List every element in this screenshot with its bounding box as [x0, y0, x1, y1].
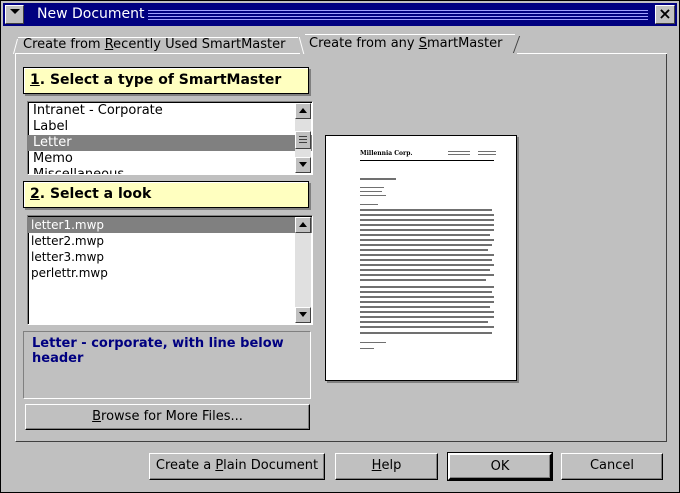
close-icon: ×: [658, 4, 672, 23]
preview-text-line: [360, 239, 494, 241]
list-item[interactable]: letter2.mwp: [28, 233, 312, 249]
scroll-down-button[interactable]: [295, 157, 311, 173]
create-plain-document-button[interactable]: Create a Plain Document: [149, 453, 325, 480]
help-button[interactable]: Help: [335, 453, 438, 480]
preview-text-line: [360, 269, 490, 271]
browse-button[interactable]: Browse for More Files...: [25, 404, 310, 430]
preview-text-line: [360, 326, 494, 328]
list-item[interactable]: perlettr.mwp: [28, 265, 312, 281]
preview-text-line: [360, 274, 494, 276]
look-description: Letter - corporate, with line below head…: [23, 331, 311, 399]
preview-text-line: [360, 316, 494, 318]
scroll-up-button[interactable]: [295, 217, 311, 233]
tab2-right-edge: [512, 36, 521, 53]
grip-line: [299, 136, 307, 137]
preview-text-line: [360, 332, 492, 334]
select-type-header: 1. Select a type of SmartMaster: [23, 67, 309, 94]
new-document-dialog: New Document × Create from Recently Used…: [0, 0, 680, 493]
preview-header-text: [478, 151, 496, 152]
preview-header-text: [448, 151, 470, 152]
title-bar: New Document ×: [3, 3, 677, 26]
document-preview: Millennia Corp.: [325, 135, 517, 381]
type-list-scrollbar[interactable]: [295, 103, 311, 173]
preview-text-line: [360, 286, 494, 288]
preview-text-line: [360, 234, 490, 236]
scroll-down-button[interactable]: [295, 307, 311, 323]
list-item[interactable]: Memo: [28, 151, 312, 167]
preview-text-line: [360, 204, 378, 205]
preview-company-name: Millennia Corp.: [360, 150, 413, 157]
preview-text-line: [360, 249, 488, 251]
preview-text-line: [360, 178, 396, 180]
preview-text-line: [360, 264, 494, 266]
preview-header-text: [478, 154, 496, 155]
look-list-scrollbar[interactable]: [295, 217, 311, 323]
cancel-button[interactable]: Cancel: [561, 453, 663, 480]
list-item[interactable]: letter3.mwp: [28, 249, 312, 265]
preview-text-line: [360, 279, 486, 281]
preview-text-line: [360, 254, 494, 256]
list-item[interactable]: Intranet - Corporate: [28, 103, 312, 119]
tab-any-smartmaster[interactable]: Create from any SmartMaster: [309, 34, 502, 54]
preview-text-line: [360, 301, 494, 303]
list-item[interactable]: Miscellaneous: [28, 167, 312, 174]
smartmaster-type-list[interactable]: Intranet - Corporate Label Letter Memo M…: [27, 101, 313, 175]
list-item[interactable]: Label: [28, 119, 312, 135]
preview-text-line: [360, 244, 492, 246]
look-list[interactable]: letter1.mwp letter2.mwp letter3.mwp perl…: [27, 215, 313, 325]
preview-text-line: [360, 259, 492, 261]
ok-button[interactable]: OK: [447, 452, 553, 481]
select-look-header: 2. Select a look: [23, 181, 309, 208]
preview-text-line: [360, 296, 494, 298]
preview-text-line: [360, 321, 488, 323]
preview-text-line: [360, 348, 374, 349]
preview-header-text: [448, 154, 470, 155]
list-item[interactable]: Letter: [28, 135, 312, 151]
preview-text-line: [360, 209, 492, 211]
preview-text-line: [360, 291, 492, 293]
preview-text-line: [360, 187, 384, 188]
up-arrow-icon: [299, 108, 307, 113]
tab-recently-used[interactable]: Create from Recently Used SmartMaster: [23, 35, 285, 55]
list-item[interactable]: letter1.mwp: [28, 217, 312, 233]
close-button[interactable]: ×: [655, 5, 675, 24]
preview-text-line: [360, 306, 490, 308]
down-arrow-icon: [10, 9, 20, 14]
preview-text-line: [360, 214, 494, 216]
title-stripes: [148, 8, 648, 22]
preview-text-line: [360, 229, 494, 231]
preview-text-line: [360, 224, 494, 226]
up-arrow-icon: [299, 222, 307, 227]
grip-line: [299, 142, 307, 143]
system-menu-button[interactable]: [5, 5, 24, 24]
preview-text-line: [360, 191, 382, 192]
preview-text-line: [360, 311, 494, 313]
tab1-edge: [12, 39, 19, 54]
preview-text-line: [360, 342, 386, 343]
down-arrow-icon: [299, 312, 307, 317]
preview-text-line: [360, 219, 494, 221]
grip-line: [299, 139, 307, 140]
tab2-edge: [298, 37, 305, 54]
down-arrow-icon: [299, 162, 307, 167]
window-title: New Document: [37, 6, 145, 22]
scroll-up-button[interactable]: [295, 103, 311, 119]
preview-header-rule: [360, 160, 494, 161]
preview-text-line: [360, 195, 386, 196]
scroll-thumb[interactable]: [295, 131, 311, 149]
